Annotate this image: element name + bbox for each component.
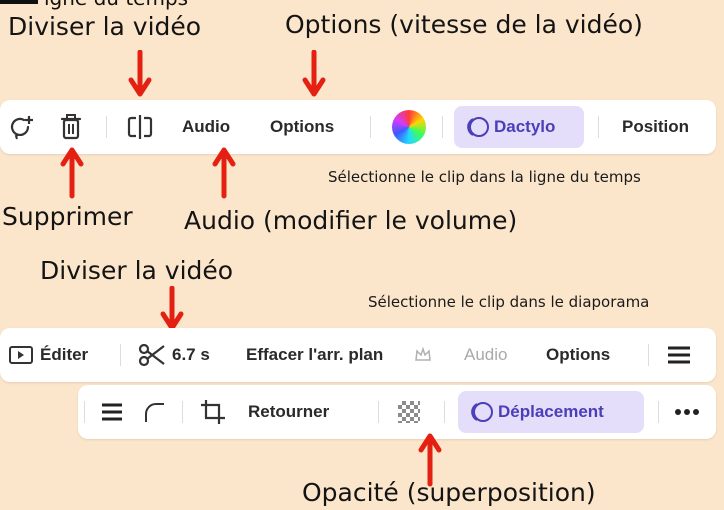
separator [120,344,121,366]
slideshow-secondary-toolbar: Retourner Déplacement [78,385,716,439]
label-split-video-mid: Diviser la vidéo [40,256,234,285]
label-delete: Supprimer [2,202,133,231]
arrow-down-split [128,50,152,97]
separator [370,116,371,138]
transparency-icon[interactable] [398,401,420,423]
edit-button[interactable]: Éditer [40,345,88,365]
menu-icon[interactable] [100,401,124,423]
crown-icon [415,347,431,361]
separator [442,116,443,138]
label-audio-volume: Audio (modifier le volume) [184,206,518,235]
header-partial-text: igne du temps [44,0,188,10]
slideshow-clip-toolbar: Éditer 6.7 s Effacer l'arr. plan Audio O… [0,328,716,382]
menu-icon[interactable] [666,344,692,366]
loop-add-icon[interactable] [8,113,36,141]
audio-button-disabled: Audio [464,345,508,364]
label-options-speed: Options (vitesse de la vidéo) [285,10,643,39]
separator [84,401,85,423]
remove-background-button[interactable]: Effacer l'arr. plan [246,345,383,365]
instruction-slideshow: Sélectionne le clip dans le diaporama [368,293,650,311]
arrow-up-audio [212,147,236,199]
label-split-video-top: Diviser la vidéo [8,12,202,41]
timeline-clip-toolbar: Audio Options Dactylo Position [0,100,716,154]
split-icon[interactable] [126,114,154,140]
position-button[interactable]: Position [622,117,689,137]
separator [444,401,445,423]
animation-icon [471,402,493,422]
top-partial-caption: igne du temps [0,0,724,10]
edit-frame-icon [9,346,33,364]
arrow-down-options [302,50,326,97]
dactylo-label: Dactylo [494,117,556,136]
separator [106,116,107,138]
more-options-icon[interactable] [674,408,700,416]
duration-value[interactable]: 6.7 s [172,345,210,365]
separator [648,344,649,366]
scissors-icon[interactable] [138,342,166,368]
separator [182,401,183,423]
crop-icon[interactable] [200,399,226,425]
separator [598,116,599,138]
options-button[interactable]: Options [546,345,610,365]
audio-button[interactable]: Audio [182,117,230,137]
flip-button[interactable]: Retourner [248,402,329,422]
animation-icon [467,117,489,137]
separator [378,401,379,423]
label-opacity: Opacité (superposition) [302,478,596,507]
instruction-timeline: Sélectionne le clip dans la ligne du tem… [328,168,641,186]
corner-radius-icon[interactable] [142,400,166,424]
dactylo-animation-button[interactable]: Dactylo [454,106,584,148]
trash-icon[interactable] [58,113,84,141]
header-dark-block [0,0,38,4]
arrow-up-delete [60,147,84,199]
color-wheel-icon[interactable] [392,110,426,144]
move-animation-button[interactable]: Déplacement [458,391,644,433]
move-label: Déplacement [498,402,604,421]
separator [658,401,659,423]
options-button[interactable]: Options [270,117,334,137]
